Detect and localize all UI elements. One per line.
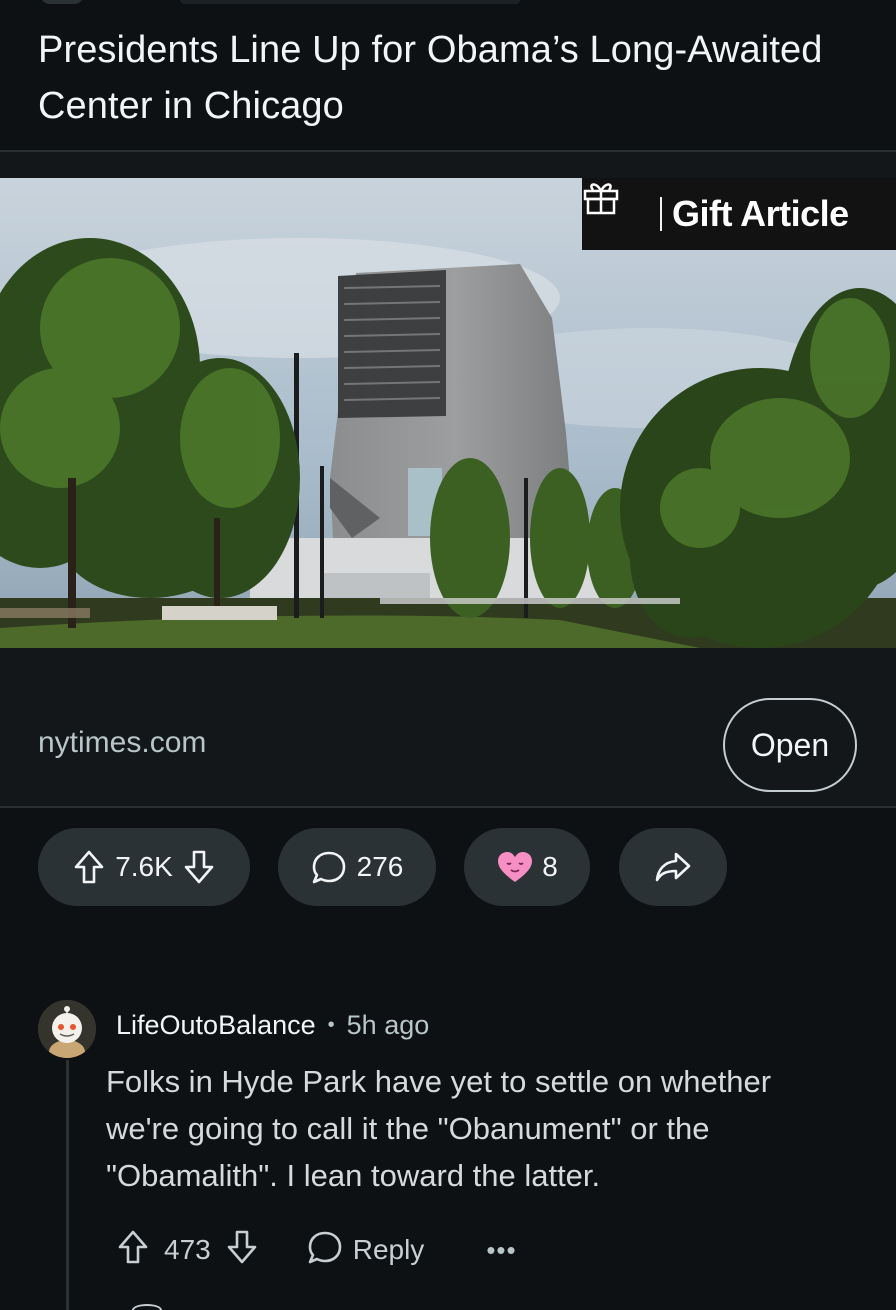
comment-bubble-icon	[311, 849, 347, 885]
post-title: Presidents Line Up for Obama’s Long-Awai…	[38, 29, 823, 127]
reply-label: Reply	[352, 1234, 425, 1265]
more-options-icon[interactable]: •••	[486, 1235, 516, 1266]
share-button[interactable]	[619, 828, 727, 906]
open-link-button[interactable]: Open	[723, 698, 857, 792]
article-thumbnail[interactable]: Gift Article	[0, 178, 896, 648]
link-preview-card[interactable]: Gift Article nytimes.com Open	[0, 150, 896, 808]
thread-line[interactable]	[66, 1060, 69, 1310]
subreddit-meta-peek	[180, 0, 520, 4]
link-domain: nytimes.com	[38, 726, 207, 759]
comment-author[interactable]: LifeOutoBalance	[116, 1010, 316, 1041]
comment-upvote-icon[interactable]	[116, 1229, 150, 1272]
comment-body: Folks in Hyde Park have yet to settle on…	[106, 1064, 772, 1193]
post-action-bar: 7.6K 276 8	[0, 828, 896, 906]
avatar[interactable]	[38, 1000, 96, 1058]
badge-divider	[660, 197, 662, 231]
share-arrow-icon	[654, 851, 692, 883]
next-item-peek	[132, 1304, 162, 1310]
comments-button[interactable]: 276	[278, 828, 436, 906]
upvote-arrow-icon[interactable]	[73, 849, 105, 885]
comment-timestamp: 5h ago	[346, 1010, 430, 1040]
snoo-avatar-icon	[38, 1000, 96, 1058]
comment-count: 276	[356, 851, 404, 882]
awards-button[interactable]: 8	[464, 828, 590, 906]
gift-icon	[583, 183, 646, 233]
reply-button[interactable]: Reply	[307, 1229, 425, 1272]
reply-bubble-icon	[307, 1229, 343, 1272]
downvote-arrow-icon[interactable]	[183, 849, 215, 885]
award-count: 8	[542, 851, 558, 882]
comment-meta: LifeOutoBalance • 5h ago	[116, 1010, 429, 1041]
gift-article-label: Gift Article	[672, 193, 849, 234]
subreddit-avatar-peek	[40, 0, 84, 4]
comment-vote-count: 473	[164, 1234, 211, 1265]
comment-downvote-icon[interactable]	[225, 1229, 259, 1272]
comment-thread: LifeOutoBalance • 5h ago Folks in Hyde P…	[0, 1000, 896, 1310]
comment-action-bar: 473 Reply •••	[116, 1228, 517, 1272]
meta-separator: •	[327, 1014, 335, 1036]
vote-control: 7.6K	[38, 828, 250, 906]
post-vote-count: 7.6K	[115, 851, 173, 882]
award-heart-icon	[496, 850, 534, 884]
gift-article-badge[interactable]: Gift Article	[582, 178, 896, 250]
post-header: Presidents Line Up for Obama’s Long-Awai…	[0, 0, 896, 150]
